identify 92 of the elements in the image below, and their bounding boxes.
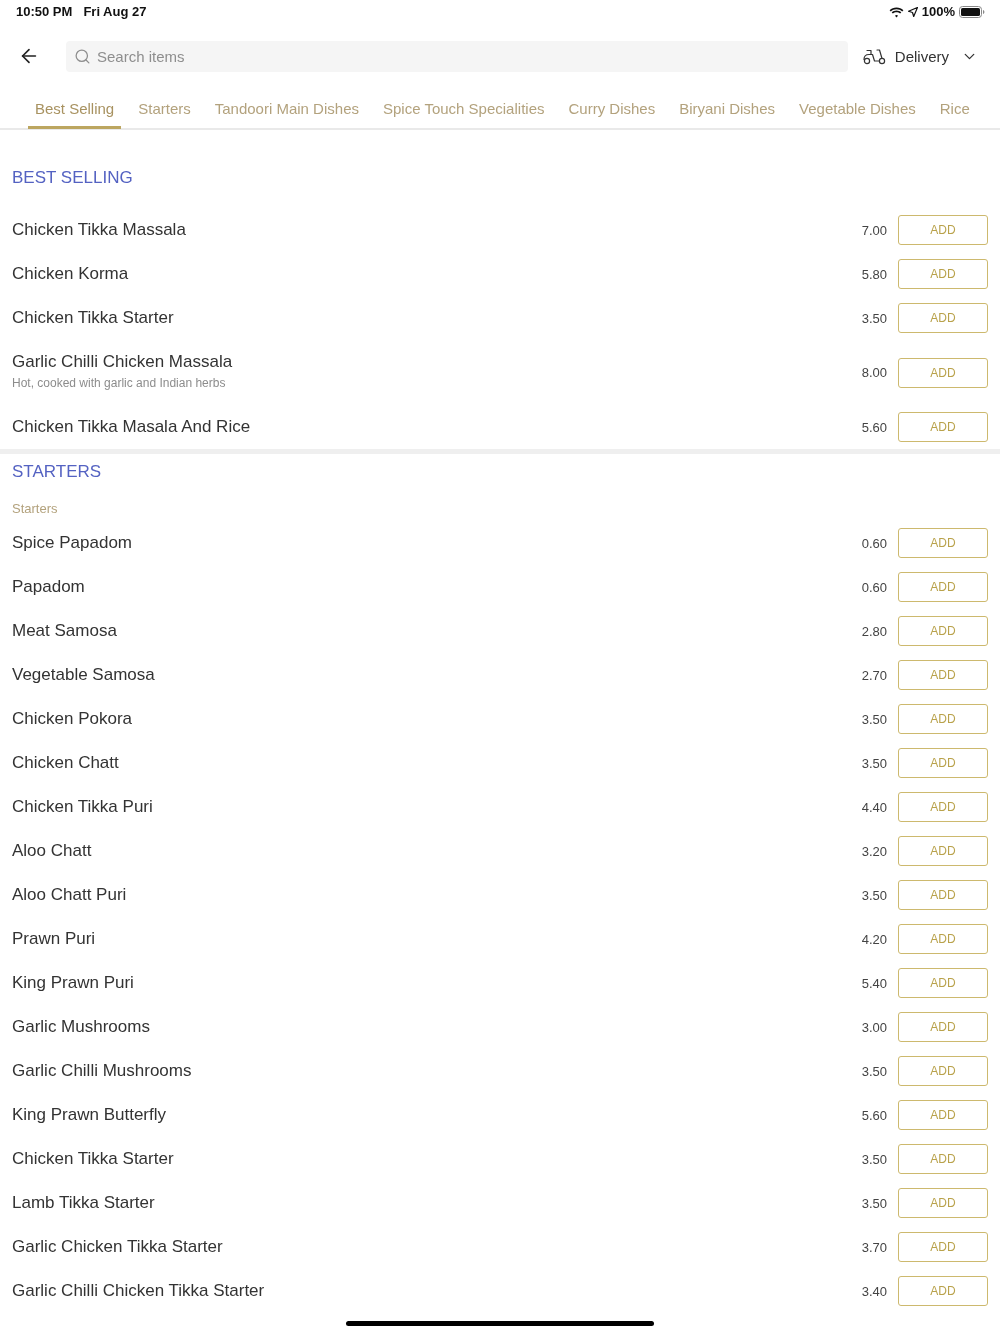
item-price: 5.60	[861, 419, 887, 435]
category-tab[interactable]: Vegetable Dishes	[792, 88, 923, 129]
item-name: Garlic Chilli Chicken Tikka Starter	[12, 1280, 266, 1302]
item-name: Prawn Puri	[12, 928, 97, 950]
item-name: Vegetable Samosa	[12, 664, 156, 686]
add-button[interactable]: ADD	[898, 528, 988, 558]
add-button[interactable]: ADD	[898, 924, 988, 954]
item-name: Chicken Tikka Starter	[12, 307, 175, 329]
add-button[interactable]: ADD	[898, 616, 988, 646]
item-price: 5.60	[861, 1107, 887, 1123]
add-button[interactable]: ADD	[898, 1144, 988, 1174]
add-button[interactable]: ADD	[898, 303, 988, 333]
add-button[interactable]: ADD	[898, 880, 988, 910]
item-price: 3.50	[861, 755, 887, 771]
add-button[interactable]: ADD	[898, 968, 988, 998]
item-price: 7.00	[861, 222, 887, 238]
item-price: 5.40	[861, 975, 887, 991]
item-name: Garlic Chilli Mushrooms	[12, 1060, 193, 1082]
delivery-label: Delivery	[894, 47, 949, 65]
item-price: 3.50	[861, 1195, 887, 1211]
add-button[interactable]: ADD	[898, 792, 988, 822]
category-tab[interactable]: Spice Touch Specialities	[376, 88, 552, 129]
item-price: 3.00	[861, 1019, 887, 1035]
add-button[interactable]: ADD	[898, 1100, 988, 1130]
wifi-icon	[888, 6, 904, 18]
item-price: 2.70	[861, 667, 887, 683]
add-button[interactable]: ADD	[898, 1276, 988, 1306]
add-button[interactable]: ADD	[898, 1232, 988, 1262]
item-price: 3.50	[861, 310, 887, 326]
category-tab[interactable]: Curry Dishes	[561, 88, 663, 129]
item-price: 5.80	[861, 266, 887, 282]
item-price: 3.50	[861, 711, 887, 727]
item-price: 3.50	[861, 887, 887, 903]
item-price: 4.40	[861, 799, 887, 815]
item-name: King Prawn Puri	[12, 972, 135, 994]
category-tab[interactable]: Tandoori Main Dishes	[207, 88, 366, 129]
item-description: Hot, cooked with garlic and Indian herbs	[12, 375, 227, 392]
item-price: 3.50	[861, 1063, 887, 1079]
item-price: 3.20	[861, 843, 887, 859]
add-button[interactable]: ADD	[898, 259, 988, 289]
item-name: Garlic Chicken Tikka Starter	[12, 1236, 224, 1258]
add-button[interactable]: ADD	[898, 1188, 988, 1218]
item-price: 3.70	[861, 1239, 887, 1255]
item-name: Lamb Tikka Starter	[12, 1192, 156, 1214]
category-tab[interactable]: Starters	[131, 88, 198, 129]
item-price: 8.00	[861, 365, 887, 380]
add-button[interactable]: ADD	[898, 660, 988, 690]
delivery-selector[interactable]: Delivery	[862, 47, 978, 65]
add-button[interactable]: ADD	[898, 572, 988, 602]
add-button[interactable]: ADD	[898, 1056, 988, 1086]
section-heading: STARTERS	[11, 461, 103, 483]
item-name: Meat Samosa	[12, 620, 118, 642]
item-name: Garlic Chilli Chicken Massala	[12, 351, 234, 373]
item-price: 3.40	[861, 1283, 887, 1299]
status-time: 10:50 PM	[16, 4, 73, 20]
search-field[interactable]: Search items	[66, 40, 848, 72]
section-heading: BEST SELLING	[11, 167, 134, 189]
item-price: 2.80	[861, 623, 887, 639]
item-name: Chicken Chatt	[12, 752, 120, 774]
add-button[interactable]: ADD	[898, 836, 988, 866]
item-name: Chicken Tikka Starter	[12, 1148, 175, 1170]
category-tab[interactable]: Biryani Dishes	[672, 88, 783, 129]
item-price: 4.20	[861, 931, 887, 947]
location-arrow-icon	[907, 7, 918, 17]
scooter-icon	[862, 47, 886, 65]
item-name: Aloo Chatt Puri	[12, 884, 128, 906]
item-name: Garlic Mushrooms	[12, 1016, 151, 1038]
search-icon	[74, 47, 91, 65]
item-name: King Prawn Butterfly	[12, 1104, 167, 1126]
item-name: Papadom	[12, 576, 86, 598]
item-name: Chicken Korma	[12, 263, 130, 285]
add-button[interactable]: ADD	[898, 704, 988, 734]
add-button[interactable]: ADD	[898, 748, 988, 778]
item-name: Chicken Tikka Puri	[12, 796, 154, 818]
item-name: Aloo Chatt	[12, 840, 93, 862]
add-button[interactable]: ADD	[898, 357, 988, 388]
battery-percent: 100%	[921, 4, 955, 20]
item-name: Chicken Tikka Massala	[12, 219, 187, 241]
add-button[interactable]: ADD	[898, 1012, 988, 1042]
item-price: 3.50	[861, 1151, 887, 1167]
add-button[interactable]: ADD	[898, 215, 988, 245]
item-price: 0.60	[861, 535, 887, 551]
category-tab[interactable]: Best Selling	[28, 88, 122, 129]
item-name: Chicken Tikka Masala And Rice	[12, 416, 252, 438]
item-name: Chicken Pokora	[12, 708, 133, 730]
item-price: 0.60	[861, 579, 887, 595]
item-name: Spice Papadom	[12, 532, 134, 554]
battery-icon	[959, 6, 985, 18]
category-tab[interactable]: Rice	[932, 88, 977, 129]
status-date: Fri Aug 27	[83, 4, 147, 20]
section-subheading: Starters	[11, 500, 59, 518]
add-button[interactable]: ADD	[898, 412, 988, 442]
